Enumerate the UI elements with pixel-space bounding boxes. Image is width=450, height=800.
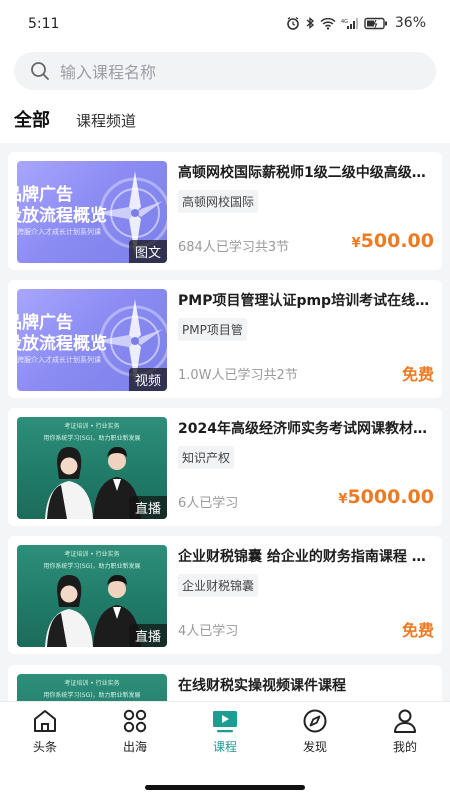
price-amount: 500.00 bbox=[360, 230, 434, 252]
course-stats: 684人已学习共3节 bbox=[178, 240, 290, 255]
course-tag: 高顿网校国际 bbox=[178, 190, 259, 213]
course-price-free: 免费 bbox=[401, 621, 434, 640]
nav-item-courses[interactable]: 课程 bbox=[190, 708, 260, 755]
thumb-top-line: 考证培训 • 行业实务 bbox=[64, 680, 120, 687]
wifi-icon bbox=[320, 17, 336, 30]
home-icon bbox=[34, 710, 56, 732]
type-badge: 直播 bbox=[128, 624, 167, 647]
tv-play-icon bbox=[213, 711, 237, 733]
course-price: ¥5000.00 bbox=[338, 486, 434, 508]
thumb-line-2: 投放流程概览 bbox=[17, 334, 107, 354]
battery-percent: 36% bbox=[394, 15, 426, 31]
nav-item-profile[interactable]: 我的 bbox=[370, 708, 440, 755]
thumb-subtitle: 跨服介入才成长计划系列课 bbox=[17, 356, 101, 364]
course-stats: 6人已学习 bbox=[178, 496, 239, 511]
course-thumbnail: 考证培训 • 行业实务 用你系统学习(SG)，助力职业新发展 bbox=[17, 674, 167, 701]
nav-item-discover[interactable]: 发现 bbox=[280, 708, 350, 755]
course-card[interactable]: 品牌广告 投放流程概览 跨服介入才成长计划系列课 图文 高顿网校国际薪税师1级二… bbox=[8, 152, 442, 270]
price-amount: 5000.00 bbox=[347, 486, 434, 508]
type-badge: 直播 bbox=[128, 496, 167, 519]
nav-item-overseas[interactable]: 出海 bbox=[100, 708, 170, 755]
course-card[interactable]: 考证培训 • 行业实务 用你系统学习(SG)，助力职业新发展 在线财税实操视频课… bbox=[8, 665, 442, 701]
course-thumbnail: 考证培训 • 行业实务 用你系统学习(SG)，助力职业新发展 直播 bbox=[17, 545, 167, 647]
course-card[interactable]: 考证培训 • 行业实务 用你系统学习(SG)，助力职业新发展 直播 2024年高… bbox=[8, 408, 442, 526]
course-thumbnail: 品牌广告 投放流程概览 跨服介入才成长计划系列课 视频 bbox=[17, 289, 167, 391]
currency-symbol: ¥ bbox=[351, 236, 361, 251]
thumb-line-2: 投放流程概览 bbox=[17, 206, 107, 226]
course-price-free: 免费 bbox=[401, 365, 434, 384]
search-icon bbox=[31, 62, 49, 80]
compass-icon bbox=[303, 709, 327, 733]
tab-all[interactable]: 全部 bbox=[14, 106, 50, 132]
course-tag: PMP项目管 bbox=[178, 318, 247, 341]
course-tag: 知识产权 bbox=[178, 446, 235, 469]
thumb-line-1: 品牌广告 bbox=[17, 185, 73, 205]
type-badge: 图文 bbox=[128, 240, 167, 263]
course-title: 高顿网校国际薪税师1级二级中级高级CC... bbox=[178, 165, 434, 181]
bluetooth-icon bbox=[306, 17, 314, 29]
course-title: PMP项目管理认证pmp培训考试在线远... bbox=[178, 293, 434, 309]
nav-item-headlines[interactable]: 头条 bbox=[10, 708, 80, 755]
alarm-icon bbox=[287, 16, 299, 30]
apps-icon bbox=[123, 709, 147, 733]
svg-text:4G: 4G bbox=[341, 19, 348, 25]
course-card[interactable]: 品牌广告 投放流程概览 跨服介入才成长计划系列课 视频 PMP项目管理认证pmp… bbox=[8, 280, 442, 398]
course-stats: 4人已学习 bbox=[178, 624, 239, 639]
course-thumbnail: 考证培训 • 行业实务 用你系统学习(SG)，助力职业新发展 直播 bbox=[17, 417, 167, 519]
category-tabs: 全部 课程频道 bbox=[14, 104, 136, 132]
tab-course-channel[interactable]: 课程频道 bbox=[76, 110, 136, 132]
nav-label: 我的 bbox=[392, 740, 417, 754]
course-title: 企业财税锦囊 给企业的财务指南课程 企... bbox=[178, 549, 434, 565]
status-bar: 5:11 4G 36% bbox=[0, 0, 450, 48]
person-icon bbox=[394, 709, 416, 733]
course-tag: 企业财税锦囊 bbox=[178, 574, 259, 597]
course-title: 2024年高级经济师实务考试网课教材视... bbox=[178, 421, 434, 437]
course-list: 品牌广告 投放流程概览 跨服介入才成长计划系列课 图文 高顿网校国际薪税师1级二… bbox=[0, 152, 450, 701]
status-icons: 4G 36% bbox=[286, 15, 426, 31]
battery-icon bbox=[364, 17, 387, 29]
thumb-headline: 品牌广告 投放流程概览 bbox=[17, 185, 107, 227]
course-stats: 1.0W人已学习共2节 bbox=[178, 368, 298, 383]
status-time: 5:11 bbox=[28, 16, 60, 32]
home-indicator bbox=[145, 785, 305, 790]
nav-label: 课程 bbox=[212, 740, 237, 754]
course-card[interactable]: 考证培训 • 行业实务 用你系统学习(SG)，助力职业新发展 直播 企业财税锦囊… bbox=[8, 536, 442, 654]
nav-label: 发现 bbox=[302, 740, 327, 754]
thumb-subtitle: 用你系统学习(SG)，助力职业新发展 bbox=[43, 692, 141, 699]
course-title: 在线财税实操视频课件课程 bbox=[178, 678, 346, 694]
thumb-subtitle: 跨服介入才成长计划系列课 bbox=[17, 228, 101, 236]
course-price: ¥500.00 bbox=[352, 230, 434, 252]
type-badge: 视频 bbox=[128, 368, 167, 391]
search-input[interactable]: 输入课程名称 bbox=[60, 59, 156, 83]
top-section: 5:11 4G 36% 输入课程名称 全部 课程频道 bbox=[0, 0, 450, 143]
course-thumbnail: 品牌广告 投放流程概览 跨服介入才成长计划系列课 图文 bbox=[17, 161, 167, 263]
signal-icon: 4G bbox=[341, 17, 358, 29]
thumb-headline: 品牌广告 投放流程概览 bbox=[17, 313, 107, 355]
search-bar[interactable]: 输入课程名称 bbox=[14, 52, 436, 90]
nav-label: 头条 bbox=[32, 740, 57, 754]
thumb-line-1: 品牌广告 bbox=[17, 313, 73, 333]
nav-label: 出海 bbox=[122, 740, 147, 754]
